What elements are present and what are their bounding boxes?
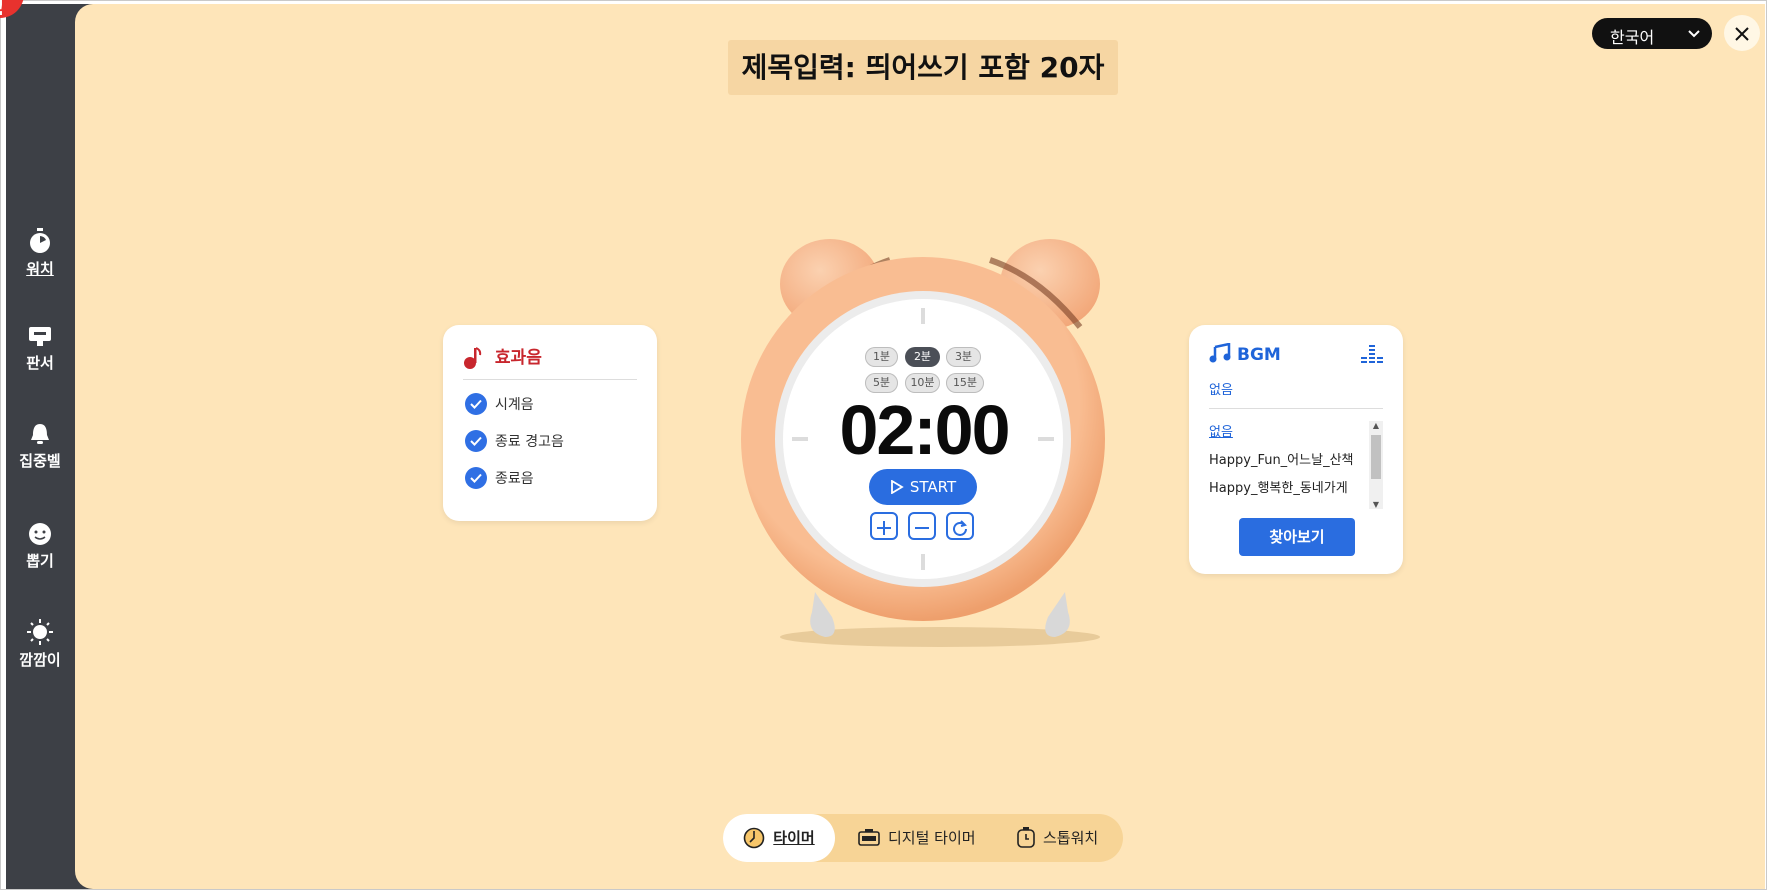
sidebar-item-label: 뽑기 — [26, 552, 54, 570]
tab-stopwatch[interactable]: 스톱워치 — [1017, 814, 1098, 862]
effect-option-label: 종료음 — [495, 471, 534, 487]
subtract-time-button[interactable] — [908, 512, 936, 540]
sound-effects-title: 효과음 — [494, 348, 542, 368]
sound-effects-card: 효과음 시계음 종료 경고음 종료음 — [443, 325, 657, 521]
face-icon — [29, 523, 51, 545]
bgm-title: BGM — [1237, 345, 1281, 365]
sidebar-item-draw[interactable]: 뽑기 — [6, 522, 74, 571]
effect-option-warning[interactable]: 종료 경고음 — [465, 430, 564, 452]
sound-effects-heading: 효과음 — [463, 343, 542, 369]
stopwatch-icon — [30, 228, 50, 253]
add-time-button[interactable] — [870, 512, 898, 540]
sidebar-item-board[interactable]: 판서 — [6, 326, 74, 373]
stopwatch-icon — [1017, 827, 1035, 848]
sidebar-item-label: 워치 — [26, 260, 54, 278]
bgm-track-list[interactable]: 없음 Happy_Fun_어느날_산책 Happy_행복한_동네가게 ▲ ▼ — [1209, 421, 1383, 509]
sidebar-item-focus-bell[interactable]: 집중벨 — [6, 422, 74, 471]
sidebar-item-watch[interactable]: 워치 — [6, 228, 74, 279]
preset-2min[interactable]: 2분 — [905, 347, 940, 367]
scroll-up-icon[interactable]: ▲ — [1369, 421, 1383, 430]
bgm-current: 없음 — [1209, 383, 1233, 398]
mode-switcher: 타이머 디지털 타이머 스톱워치 — [723, 814, 1123, 862]
checkbox-checked-icon[interactable] — [465, 467, 487, 489]
preset-1min[interactable]: 1분 — [865, 347, 898, 367]
digital-clock-icon — [858, 829, 880, 846]
preset-3min[interactable]: 3분 — [946, 347, 981, 367]
tab-label: 타이머 — [773, 829, 815, 847]
music-note-icon — [464, 347, 482, 369]
tab-label: 스톱워치 — [1043, 829, 1099, 847]
divider — [1209, 408, 1383, 409]
bgm-heading: BGM — [1209, 342, 1281, 365]
sidebar-item-dark[interactable]: 깜깜이 — [6, 619, 74, 670]
sidebar-item-label: 깜깜이 — [19, 651, 61, 669]
bgm-card: BGM 없음 없음 Happy_Fun_어느날_산책 Happy_행복한_동네가… — [1189, 325, 1403, 574]
browse-button[interactable]: 찾아보기 — [1239, 518, 1355, 556]
bgm-track[interactable]: Happy_Fun_어느날_산책 — [1209, 449, 1357, 468]
clock-icon — [743, 827, 765, 849]
bgm-track[interactable]: Happy_행복한_동네가게 — [1209, 477, 1357, 496]
tab-label: 디지털 타이머 — [888, 829, 976, 847]
language-select[interactable]: 한국어 — [1592, 18, 1712, 49]
tab-digital-timer[interactable]: 디지털 타이머 — [858, 814, 976, 862]
reset-button[interactable] — [946, 512, 974, 540]
page-title[interactable]: 제목입력: 띄어쓰기 포함 20자 — [728, 40, 1118, 95]
plus-icon — [877, 520, 891, 535]
bell-icon — [31, 424, 49, 444]
checkbox-checked-icon[interactable] — [465, 430, 487, 452]
timer-display: 02:00 — [839, 391, 1010, 469]
effect-option-end[interactable]: 종료음 — [465, 467, 534, 489]
board-icon — [29, 327, 51, 346]
sidebar-item-label: 판서 — [26, 354, 54, 372]
refresh-icon — [953, 519, 967, 536]
music-notes-icon — [1209, 342, 1231, 363]
divider — [463, 379, 637, 380]
play-icon — [890, 479, 904, 495]
close-button[interactable] — [1724, 15, 1760, 51]
checkbox-checked-icon[interactable] — [465, 393, 487, 415]
chevron-down-icon — [1688, 30, 1700, 38]
bgm-track[interactable]: 없음 — [1209, 421, 1357, 440]
equalizer-icon[interactable] — [1361, 345, 1383, 365]
minus-icon — [915, 526, 929, 529]
effect-option-label: 종료 경고음 — [495, 434, 564, 450]
language-label: 한국어 — [1610, 28, 1655, 47]
scroll-down-icon[interactable]: ▼ — [1369, 500, 1383, 509]
scroll-thumb[interactable] — [1371, 435, 1381, 479]
sun-icon — [27, 619, 53, 645]
start-button[interactable]: START — [869, 469, 977, 505]
sidebar-item-label: 집중벨 — [19, 452, 61, 470]
effect-option-clock[interactable]: 시계음 — [465, 393, 534, 415]
tab-timer[interactable]: 타이머 — [723, 814, 835, 862]
close-icon — [1735, 26, 1749, 41]
scrollbar[interactable]: ▲ ▼ — [1369, 421, 1383, 509]
start-label: START — [909, 478, 957, 496]
effect-option-label: 시계음 — [495, 397, 534, 413]
